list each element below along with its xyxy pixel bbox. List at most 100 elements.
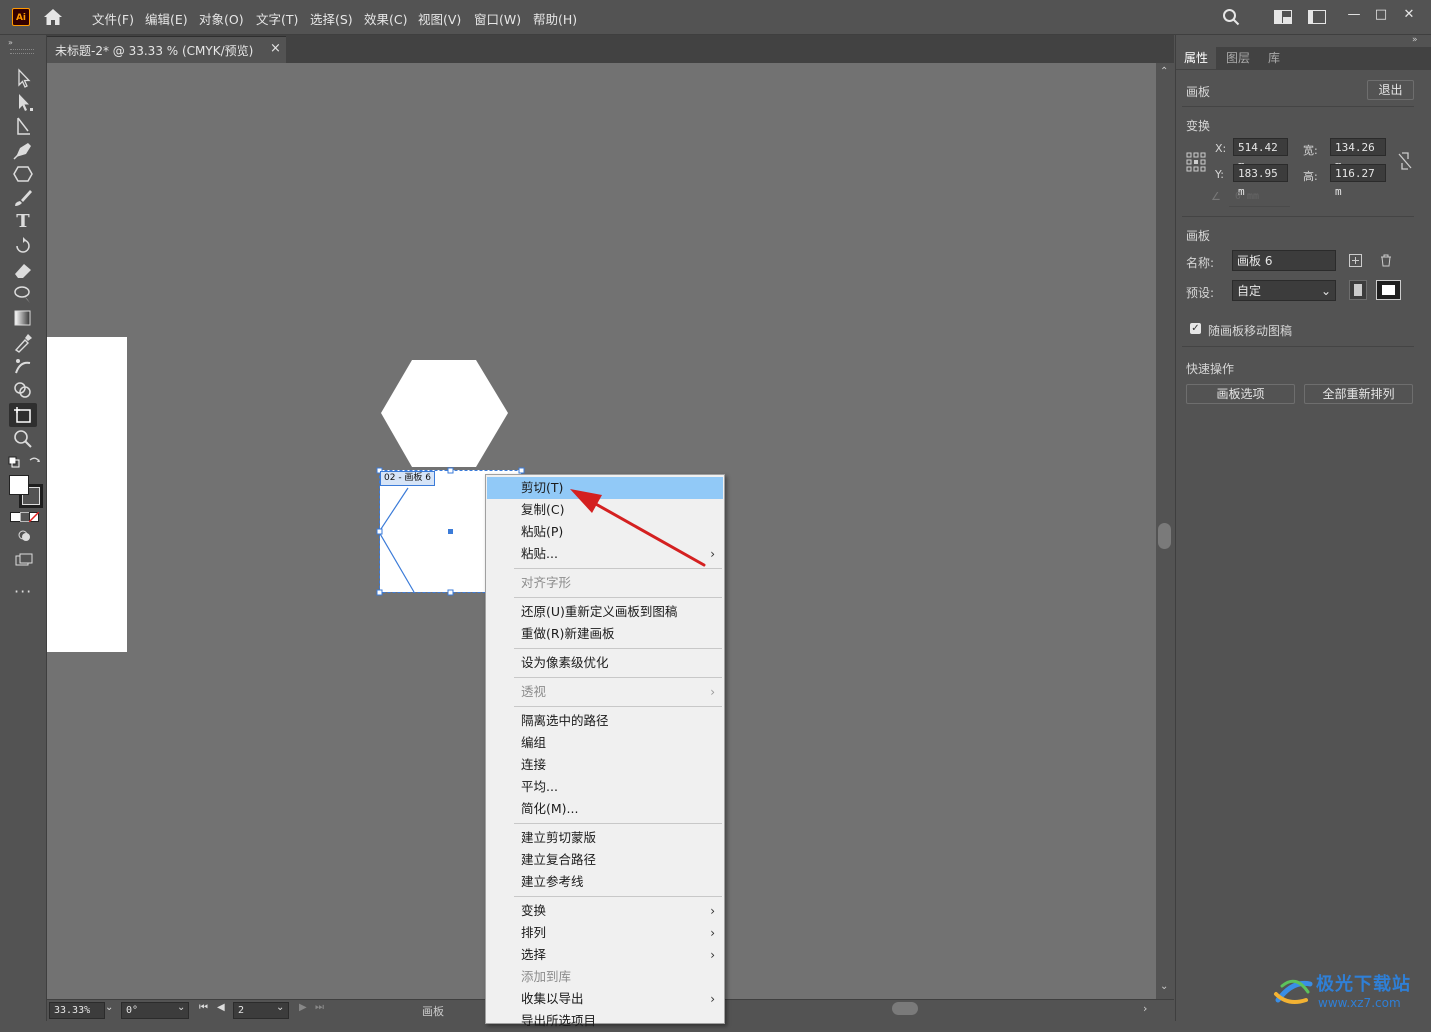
new-artboard-icon[interactable] [1349, 254, 1362, 267]
zoom-tool-icon[interactable] [10, 428, 36, 450]
angle-field[interactable]: 0 mm [1229, 188, 1290, 207]
close-window-button[interactable]: ✕ [1396, 4, 1422, 26]
artboard-dropdown-icon[interactable]: ⌄ [276, 1002, 284, 1013]
width-field[interactable]: 134.26 m [1330, 138, 1386, 172]
maximize-button[interactable]: □ [1368, 4, 1394, 26]
tab-properties[interactable]: 属性 [1176, 47, 1217, 69]
menu-item[interactable]: 窗口(W) [474, 9, 521, 28]
collapse-toolbar-icon[interactable]: » [8, 38, 13, 47]
symbol-sprayer-tool-icon[interactable] [10, 355, 36, 377]
gradient-tool-icon[interactable] [10, 307, 36, 329]
horizontal-scroll-thumb[interactable] [892, 1002, 918, 1015]
group-selection-tool-icon[interactable] [10, 115, 36, 137]
rotate-tool-icon[interactable] [10, 235, 36, 257]
pen-tool-icon[interactable] [10, 139, 36, 161]
scroll-down-icon[interactable]: ⌄ [1160, 981, 1168, 992]
screen-mode-icon[interactable] [15, 553, 33, 567]
context-menu-item[interactable]: 连接 [487, 754, 723, 776]
context-menu-item[interactable]: 排列 › [487, 922, 723, 944]
workspace-icon[interactable] [1274, 10, 1292, 24]
rearrange-all-button[interactable]: 全部重新排列 [1304, 384, 1413, 404]
artboard-name-field[interactable]: 画板 6 [1232, 250, 1336, 271]
previous-artboard-icon[interactable]: ◀ [217, 1002, 225, 1013]
context-menu-item[interactable]: 重做(R)新建画板 [487, 623, 723, 645]
artboard-left[interactable] [47, 337, 127, 652]
artboard-tool-icon[interactable] [10, 404, 36, 426]
context-menu-item[interactable]: 建立参考线 [487, 871, 723, 893]
collapse-panel-icon[interactable]: » [1412, 35, 1418, 45]
context-menu-item[interactable]: 建立剪切蒙版 [487, 827, 723, 849]
preset-select[interactable]: 自定 ⌄ [1232, 280, 1336, 301]
zoom-level-field[interactable]: 33.33% [49, 1002, 105, 1019]
move-with-artboard-checkbox[interactable]: ✓ [1190, 323, 1201, 334]
paintbrush-tool-icon[interactable] [10, 187, 36, 209]
context-menu-item[interactable]: 收集以导出 › [487, 988, 723, 1010]
direct-selection-tool-icon[interactable] [10, 91, 36, 113]
context-menu-item[interactable]: 隔离选中的路径 [487, 710, 723, 732]
current-tool-name[interactable]: 画板 [422, 1003, 444, 1019]
eyedropper-tool-icon[interactable] [10, 331, 36, 353]
reference-point-icon[interactable] [1186, 152, 1206, 172]
constrain-proportions-icon[interactable] [1398, 151, 1412, 171]
search-icon[interactable] [1222, 8, 1240, 26]
context-menu-item[interactable]: 还原(U)重新定义画板到图稿 [487, 601, 723, 623]
fill-color-swatch[interactable] [9, 475, 29, 495]
delete-artboard-icon[interactable] [1380, 254, 1392, 267]
eraser-tool-icon[interactable] [10, 259, 36, 281]
scroll-up-icon[interactable]: ⌃ [1160, 66, 1168, 77]
landscape-icon[interactable] [1376, 280, 1401, 300]
type-tool-icon[interactable]: T [10, 211, 36, 233]
shape-tool-icon[interactable] [10, 163, 36, 185]
context-menu-item[interactable]: 设为像素级优化 [487, 652, 723, 674]
last-artboard-icon[interactable]: ⏭ [315, 1002, 324, 1013]
default-colors-icon[interactable] [8, 456, 20, 468]
arrange-documents-icon[interactable] [1308, 10, 1326, 24]
menu-item[interactable]: 选择(S) [310, 9, 353, 28]
artboard-name-label[interactable]: 02 - 画板 6 [380, 471, 436, 486]
menu-item[interactable]: 对象(O) [199, 9, 244, 28]
height-field[interactable]: 116.27 m [1330, 164, 1386, 198]
toolbar-grip[interactable] [10, 49, 34, 54]
scroll-right-icon[interactable]: › [1143, 1002, 1147, 1015]
tab-layers[interactable]: 图层 [1218, 47, 1258, 69]
more-tools-icon[interactable]: ··· [14, 582, 32, 601]
context-menu-item[interactable]: 变换 › [487, 900, 723, 922]
none-mode-icon[interactable] [29, 512, 39, 522]
context-menu-item[interactable]: 平均... [487, 776, 723, 798]
artboard-options-button[interactable]: 画板选项 [1186, 384, 1295, 404]
x-label: X: [1215, 142, 1227, 155]
close-document-icon[interactable]: × [270, 41, 281, 56]
exit-button[interactable]: 退出 [1367, 80, 1414, 100]
context-menu-item[interactable]: 建立复合路径 [487, 849, 723, 871]
menu-item[interactable]: 文字(T) [256, 9, 298, 28]
hexagon-shape[interactable] [380, 359, 510, 469]
context-menu-item[interactable]: 简化(M)... [487, 798, 723, 820]
first-artboard-icon[interactable]: ⏮ [199, 1002, 208, 1013]
document-tab[interactable]: 未标题-2* @ 33.33 % (CMYK/预览) × [47, 36, 286, 64]
selection-tool-icon[interactable] [10, 67, 36, 89]
vertical-scrollbar[interactable]: ⌃ ⌄ [1156, 63, 1174, 1000]
swap-colors-icon[interactable] [28, 456, 42, 468]
menu-item[interactable]: 编辑(E) [145, 9, 188, 28]
menu-item[interactable]: 效果(C) [364, 9, 407, 28]
x-field[interactable]: 514.42 m [1233, 138, 1288, 172]
lasso-tool-icon[interactable] [10, 283, 36, 305]
y-field[interactable]: 183.95 m [1233, 164, 1288, 198]
context-menu-item[interactable]: 导出所选项目 [487, 1010, 723, 1032]
zoom-dropdown-icon[interactable]: ⌄ [105, 1002, 113, 1013]
angle-icon: ∠ [1211, 190, 1221, 203]
tab-libraries[interactable]: 库 [1260, 47, 1288, 69]
home-icon[interactable] [42, 8, 64, 26]
shape-builder-tool-icon[interactable] [10, 379, 36, 401]
next-artboard-icon[interactable]: ▶ [299, 1002, 307, 1013]
portrait-icon[interactable] [1349, 280, 1367, 300]
menu-item[interactable]: 视图(V) [418, 9, 461, 28]
vertical-scroll-thumb[interactable] [1158, 523, 1171, 549]
context-menu-item[interactable]: 编组 [487, 732, 723, 754]
draw-mode-icon[interactable] [16, 529, 32, 543]
context-menu-item[interactable]: 选择 › [487, 944, 723, 966]
menu-item[interactable]: 帮助(H) [533, 9, 577, 28]
menu-item[interactable]: 文件(F) [92, 9, 134, 28]
rotation-dropdown-icon[interactable]: ⌄ [177, 1002, 185, 1013]
minimize-button[interactable]: — [1341, 4, 1367, 26]
